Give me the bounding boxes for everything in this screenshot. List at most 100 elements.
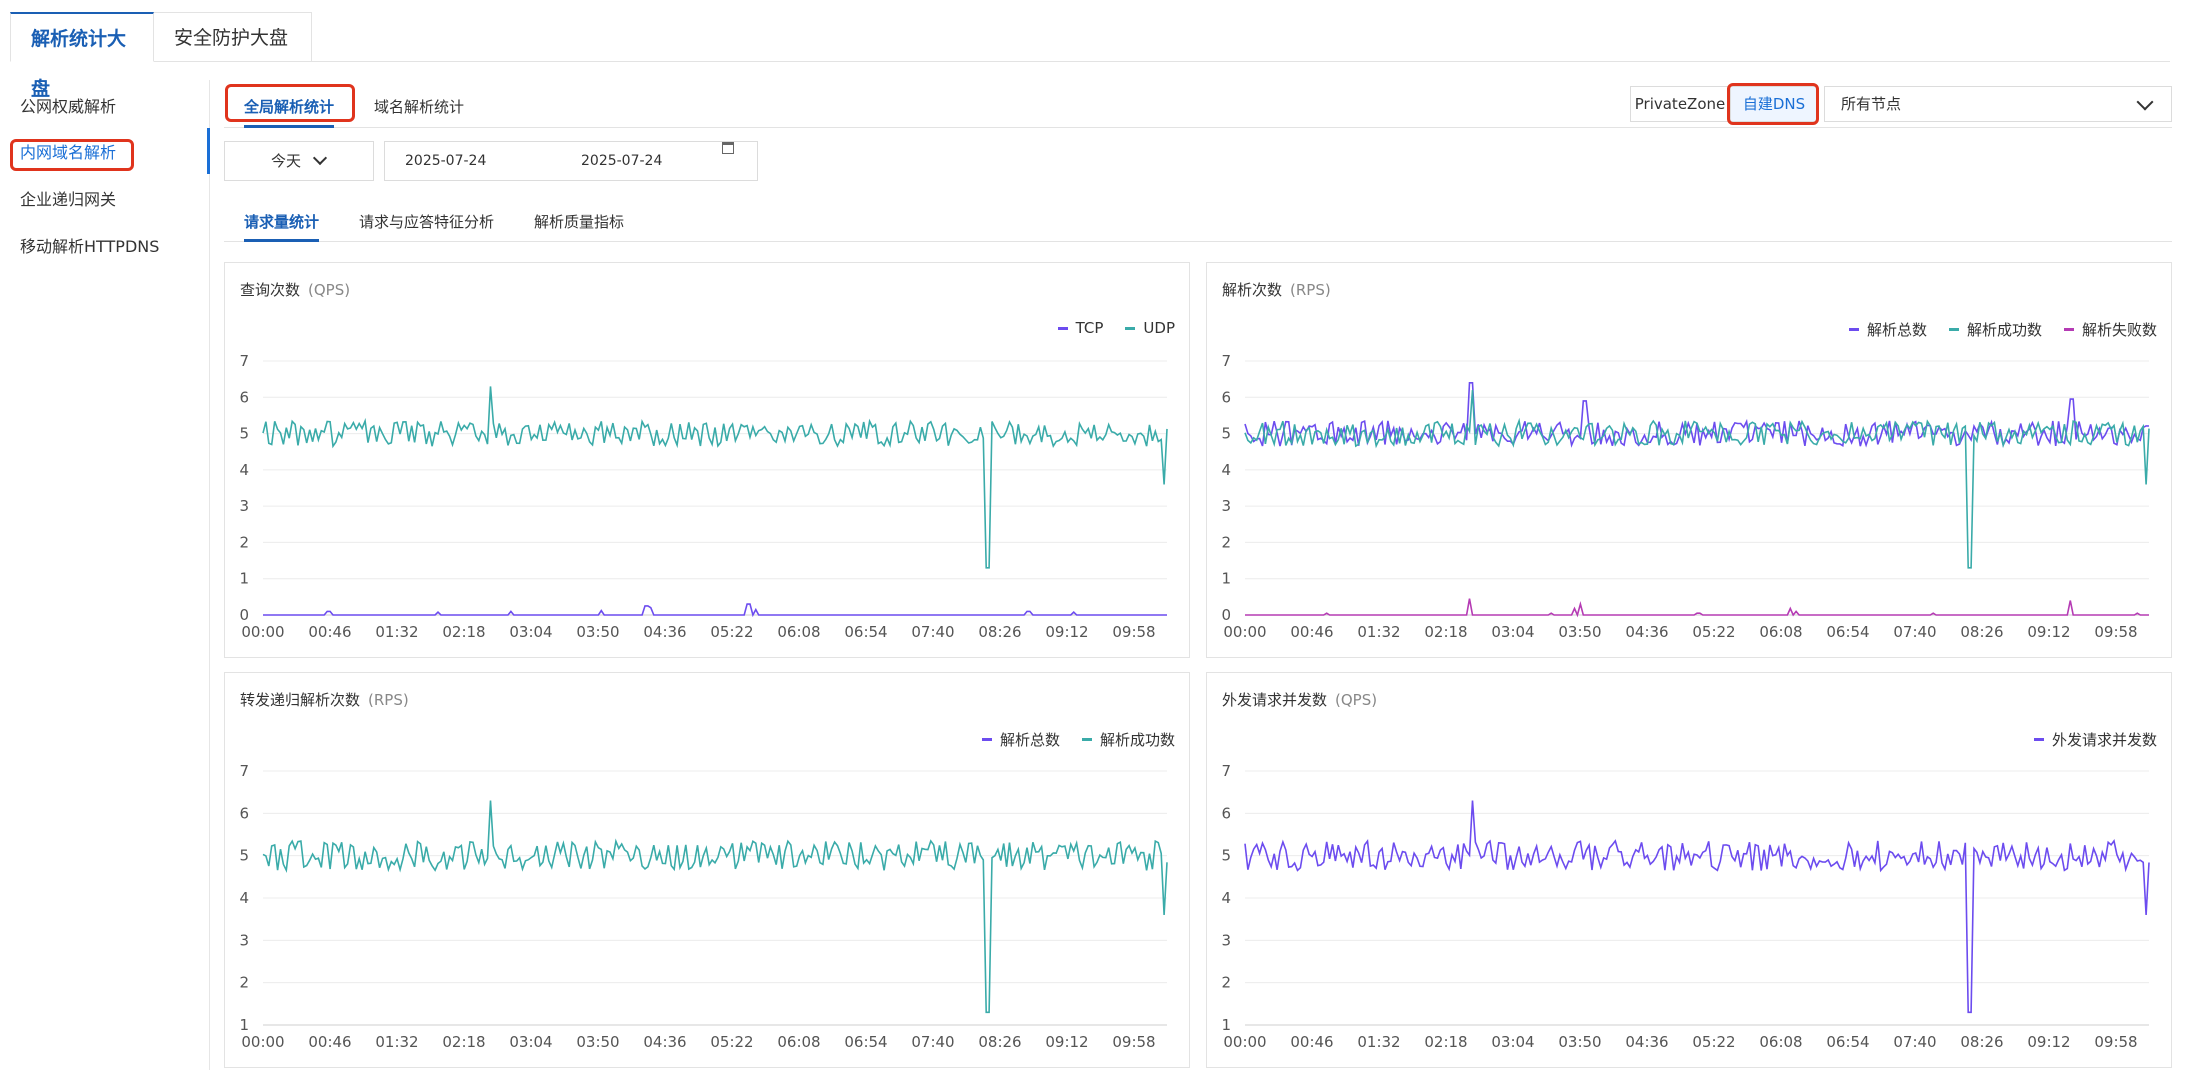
sidebar-item-httpdns[interactable]: 移动解析HTTPDNS [20, 232, 159, 262]
x-tick-label: 03:50 [576, 1033, 619, 1051]
x-tick-label: 07:40 [911, 1033, 954, 1051]
x-tick-label: 02:18 [1424, 623, 1467, 641]
sidebar-item-private-dns[interactable]: 内网域名解析 [20, 138, 116, 168]
series-line [263, 603, 1167, 618]
node-select[interactable]: 所有节点 [1824, 86, 2172, 122]
x-tick-label: 06:08 [1759, 623, 1802, 641]
x-tick-label: 08:26 [978, 1033, 1021, 1051]
x-tick-label: 03:04 [1491, 1033, 1534, 1051]
y-tick-label: 4 [1221, 889, 1231, 907]
x-tick-label: 00:46 [1290, 1033, 1333, 1051]
chart-panel-outbound-concurrency: 外发请求并发数 (QPS) 外发请求并发数 1 2 3 4 5 6 7 00:00 00:46 01… [1206, 672, 2172, 1068]
x-tick-label: 03:50 [1558, 1033, 1601, 1051]
y-tick-label: 1 [239, 570, 249, 588]
tab-dns-stats-dashboard[interactable]: 解析统计大盘 [10, 12, 154, 100]
x-tick-label: 05:22 [1692, 623, 1735, 641]
chart-panel-resolve-count: 解析次数 (RPS) 解析总数 解析成功数 解析失败数 0 1 2 3 4 5 6 7 00:00… [1206, 262, 2172, 658]
y-tick-label: 1 [1221, 570, 1231, 588]
chart-panel-forward-recursive: 转发递归解析次数 (RPS) 解析总数 解析成功数 1 2 3 4 5 6 7 00:00 00:… [224, 672, 1190, 1068]
chart-panel-query-count: 查询次数 (QPS) TCP UDP 0 1 2 3 4 5 6 7 00:00 00:46 01:3… [224, 262, 1190, 658]
x-tick-label: 09:58 [2094, 1033, 2137, 1051]
x-tick-label: 06:54 [844, 1033, 887, 1051]
period-select-value: 今天 [271, 152, 302, 170]
y-tick-label: 2 [1221, 533, 1231, 551]
sidebar: 公网权威解析 内网域名解析 企业递归网关 移动解析HTTPDNS [0, 80, 210, 1070]
x-tick-label: 04:36 [1625, 623, 1668, 641]
chart-plot: 0 1 2 3 4 5 6 7 00:00 00:46 01:32 02:18 03:04 03:50 04… [239, 352, 1168, 641]
tab-quality-metrics[interactable]: 解析质量指标 [534, 204, 624, 242]
x-tick-label: 04:36 [643, 1033, 686, 1051]
x-tick-label: 09:58 [1112, 1033, 1155, 1051]
x-tick-label: 03:04 [509, 623, 552, 641]
x-tick-label: 06:08 [1759, 1033, 1802, 1051]
x-tick-label: 09:12 [2027, 1033, 2070, 1051]
x-tick-label: 05:22 [710, 1033, 753, 1051]
sidebar-item-public-authoritative[interactable]: 公网权威解析 [20, 92, 116, 122]
x-tick-label: 09:12 [2027, 623, 2070, 641]
period-select[interactable]: 今天 [224, 141, 374, 181]
series-line [1244, 382, 2150, 448]
x-tick-label: 01:32 [1357, 623, 1400, 641]
x-tick-label: 09:58 [2094, 623, 2137, 641]
x-tick-label: 02:18 [442, 623, 485, 641]
toggle-privatezone[interactable]: PrivateZone [1630, 86, 1730, 122]
y-tick-label: 6 [239, 388, 249, 406]
toggle-self-built-dns[interactable]: 自建DNS [1730, 86, 1818, 122]
y-tick-label: 5 [1221, 847, 1231, 865]
x-tick-label: 01:32 [1357, 1033, 1400, 1051]
series-line [262, 800, 1168, 1014]
y-tick-label: 2 [1221, 974, 1231, 992]
y-tick-label: 3 [1221, 497, 1231, 515]
y-tick-label: 3 [239, 931, 249, 949]
x-tick-label: 01:32 [375, 1033, 418, 1051]
x-tick-label: 00:46 [308, 623, 351, 641]
x-tick-label: 04:36 [1625, 1033, 1668, 1051]
tab-global-stats[interactable]: 全局解析统计 [244, 86, 335, 128]
chevron-down-icon [312, 150, 328, 166]
x-tick-label: 09:12 [1045, 623, 1088, 641]
x-tick-label: 04:36 [643, 623, 686, 641]
sidebar-item-enterprise-gateway[interactable]: 企业递归网关 [20, 185, 116, 215]
chart-plot: 1 2 3 4 5 6 7 00:00 00:46 01:32 02:18 03:04 03:50 04:… [1221, 762, 2150, 1051]
x-tick-label: 06:08 [777, 623, 820, 641]
x-tick-label: 09:12 [1045, 1033, 1088, 1051]
x-tick-label: 00:00 [1223, 623, 1266, 641]
calendar-icon [722, 142, 734, 154]
y-tick-label: 0 [239, 606, 249, 624]
y-tick-label: 4 [239, 889, 249, 907]
x-tick-label: 03:50 [1558, 623, 1601, 641]
x-tick-label: 00:46 [308, 1033, 351, 1051]
series-line [262, 386, 1168, 569]
y-tick-label: 3 [239, 497, 249, 515]
x-tick-label: 08:26 [1960, 1033, 2003, 1051]
sidebar-active-indicator [207, 128, 210, 174]
y-tick-label: 7 [1221, 352, 1231, 370]
y-tick-label: 1 [1221, 1016, 1231, 1034]
series-line [1244, 389, 2150, 569]
x-tick-label: 06:54 [1826, 1033, 1869, 1051]
x-tick-label: 07:40 [1893, 1033, 1936, 1051]
tab-request-response-analysis[interactable]: 请求与应答特征分析 [359, 204, 494, 242]
y-tick-label: 4 [1221, 461, 1231, 479]
y-tick-label: 3 [1221, 931, 1231, 949]
x-tick-label: 06:54 [844, 623, 887, 641]
y-tick-label: 6 [1221, 804, 1231, 822]
chart-plot: 1 2 3 4 5 6 7 00:00 00:46 01:32 02:18 03:04 03:50 04:… [239, 762, 1168, 1051]
node-select-value: 所有节点 [1841, 95, 1902, 113]
y-tick-label: 0 [1221, 606, 1231, 624]
y-tick-label: 6 [239, 804, 249, 822]
x-tick-label: 00:00 [241, 1033, 284, 1051]
x-tick-label: 05:22 [1692, 1033, 1735, 1051]
x-tick-label: 06:08 [777, 1033, 820, 1051]
y-tick-label: 7 [1221, 762, 1231, 780]
tab-request-volume[interactable]: 请求量统计 [244, 204, 320, 242]
chevron-down-icon [2136, 93, 2154, 111]
y-tick-label: 7 [239, 352, 249, 370]
tab-security-dashboard[interactable]: 安全防护大盘 [154, 12, 312, 62]
y-tick-label: 7 [239, 762, 249, 780]
date-range-picker[interactable]: 2025-07-24 2025-07-24 [384, 141, 758, 181]
x-tick-label: 06:54 [1826, 623, 1869, 641]
x-tick-label: 00:00 [1223, 1033, 1266, 1051]
tab-domain-stats[interactable]: 域名解析统计 [374, 86, 464, 128]
y-tick-label: 2 [239, 974, 249, 992]
